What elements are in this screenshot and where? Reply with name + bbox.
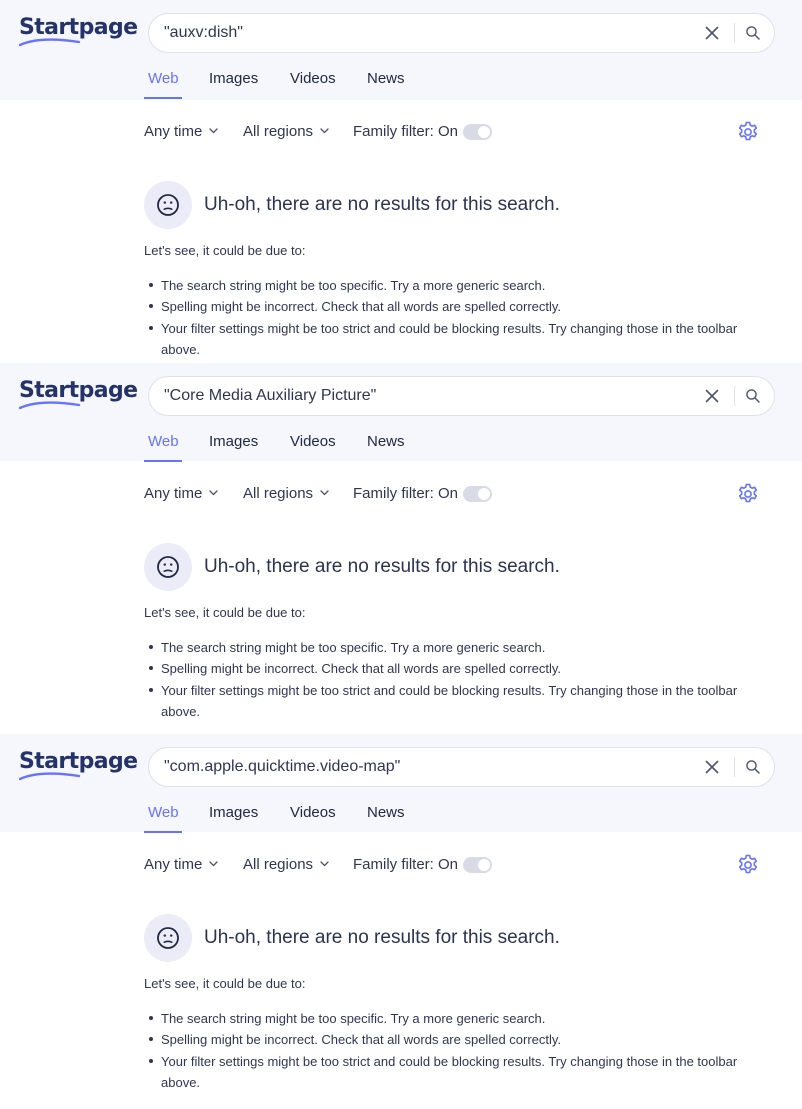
region-filter-dropdown[interactable]: All regions	[243, 856, 329, 874]
active-tab-indicator	[144, 460, 182, 462]
family-filter-label: Family filter: On	[353, 856, 459, 873]
logo-swoosh-icon	[19, 38, 81, 47]
startpage-logo[interactable]: Startpage	[19, 377, 138, 413]
tab-images[interactable]: Images	[209, 804, 258, 822]
chevron-down-icon	[320, 128, 329, 134]
family-filter-toggle[interactable]	[463, 486, 492, 502]
close-icon[interactable]	[704, 25, 720, 41]
reason-item: The search string might be too specific.…	[144, 637, 764, 658]
tab-videos[interactable]: Videos	[290, 804, 336, 822]
tab-videos[interactable]: Videos	[290, 433, 336, 451]
search-divider	[734, 386, 735, 406]
tab-web[interactable]: Web	[148, 70, 179, 88]
chevron-down-icon	[209, 490, 219, 496]
tab-web[interactable]: Web	[148, 804, 179, 822]
no-results-heading: Uh-oh, there are no results for this sea…	[204, 194, 560, 215]
search-input[interactable]: "auxv:dish"	[164, 14, 243, 52]
time-filter-dropdown[interactable]: Any time	[144, 856, 219, 874]
reason-item: Spelling might be incorrect. Check that …	[144, 658, 764, 679]
time-filter-label: Any time	[144, 123, 203, 140]
reasons-list: The search string might be too specific.…	[144, 275, 764, 360]
region-filter-dropdown[interactable]: All regions	[243, 123, 329, 141]
reasons-list: The search string might be too specific.…	[144, 637, 764, 722]
reason-item: Spelling might be incorrect. Check that …	[144, 1029, 764, 1050]
search-divider	[734, 757, 735, 777]
time-filter-dropdown[interactable]: Any time	[144, 123, 219, 141]
close-icon[interactable]	[704, 759, 720, 775]
tab-videos[interactable]: Videos	[290, 70, 336, 88]
result-panel-3: Startpage "com.apple.quicktime.video-map…	[0, 733, 802, 1109]
search-input[interactable]: "com.apple.quicktime.video-map"	[164, 748, 400, 786]
header-bar: Startpage "com.apple.quicktime.video-map…	[0, 734, 802, 833]
region-filter-label: All regions	[243, 123, 314, 140]
region-filter-dropdown[interactable]: All regions	[243, 485, 329, 503]
chevron-down-icon	[320, 861, 329, 867]
tab-images[interactable]: Images	[209, 70, 258, 88]
reasons-intro: Let's see, it could be due to:	[144, 605, 306, 620]
search-icon[interactable]	[745, 25, 761, 41]
no-results-heading: Uh-oh, there are no results for this sea…	[204, 927, 560, 948]
header-bar: Startpage "auxv:dish" Web Images Videos …	[0, 0, 802, 100]
header-bar: Startpage "Core Media Auxiliary Picture"…	[0, 363, 802, 462]
close-icon[interactable]	[704, 388, 720, 404]
reason-item: The search string might be too specific.…	[144, 275, 764, 296]
region-filter-label: All regions	[243, 485, 314, 502]
confused-face-icon	[144, 543, 192, 591]
family-filter-toggle[interactable]	[463, 124, 492, 140]
reasons-intro: Let's see, it could be due to:	[144, 243, 306, 258]
startpage-logo[interactable]: Startpage	[19, 748, 138, 784]
no-results-heading: Uh-oh, there are no results for this sea…	[204, 556, 560, 577]
result-panel-1: Startpage "auxv:dish" Web Images Videos …	[0, 0, 802, 362]
reasons-list: The search string might be too specific.…	[144, 1008, 764, 1093]
search-box: "com.apple.quicktime.video-map"	[148, 747, 775, 787]
startpage-logo[interactable]: Startpage	[19, 14, 138, 50]
reason-item: Your filter settings might be too strict…	[144, 318, 764, 361]
family-filter-label: Family filter: On	[353, 123, 459, 140]
confused-face-icon	[144, 914, 192, 962]
family-filter-label: Family filter: On	[353, 485, 459, 502]
chevron-down-icon	[209, 861, 219, 867]
tab-web[interactable]: Web	[148, 433, 179, 451]
gear-icon[interactable]	[736, 853, 760, 877]
confused-face-icon	[144, 181, 192, 229]
gear-icon[interactable]	[736, 482, 760, 506]
family-filter-toggle[interactable]	[463, 857, 492, 873]
reason-item: Your filter settings might be too strict…	[144, 1051, 764, 1094]
active-tab-indicator	[144, 831, 182, 833]
gear-icon[interactable]	[736, 120, 760, 144]
reasons-intro: Let's see, it could be due to:	[144, 976, 306, 991]
tab-images[interactable]: Images	[209, 433, 258, 451]
time-filter-label: Any time	[144, 856, 203, 873]
chevron-down-icon	[320, 490, 329, 496]
search-icon[interactable]	[745, 388, 761, 404]
tab-news[interactable]: News	[367, 804, 405, 822]
search-box: "auxv:dish"	[148, 13, 775, 53]
region-filter-label: All regions	[243, 856, 314, 873]
time-filter-label: Any time	[144, 485, 203, 502]
result-panel-2: Startpage "Core Media Auxiliary Picture"…	[0, 362, 802, 733]
reason-item: The search string might be too specific.…	[144, 1008, 764, 1029]
reason-item: Spelling might be incorrect. Check that …	[144, 296, 764, 317]
search-input[interactable]: "Core Media Auxiliary Picture"	[164, 377, 376, 415]
logo-swoosh-icon	[19, 401, 81, 410]
search-divider	[734, 23, 735, 43]
toggle-knob	[478, 859, 490, 871]
toggle-knob	[478, 126, 490, 138]
search-icon[interactable]	[745, 759, 761, 775]
tab-news[interactable]: News	[367, 433, 405, 451]
chevron-down-icon	[209, 128, 219, 134]
reason-item: Your filter settings might be too strict…	[144, 680, 764, 723]
search-box: "Core Media Auxiliary Picture"	[148, 376, 775, 416]
tab-news[interactable]: News	[367, 70, 405, 88]
active-tab-indicator	[144, 97, 182, 99]
logo-swoosh-icon	[19, 772, 81, 781]
toggle-knob	[478, 488, 490, 500]
time-filter-dropdown[interactable]: Any time	[144, 485, 219, 503]
